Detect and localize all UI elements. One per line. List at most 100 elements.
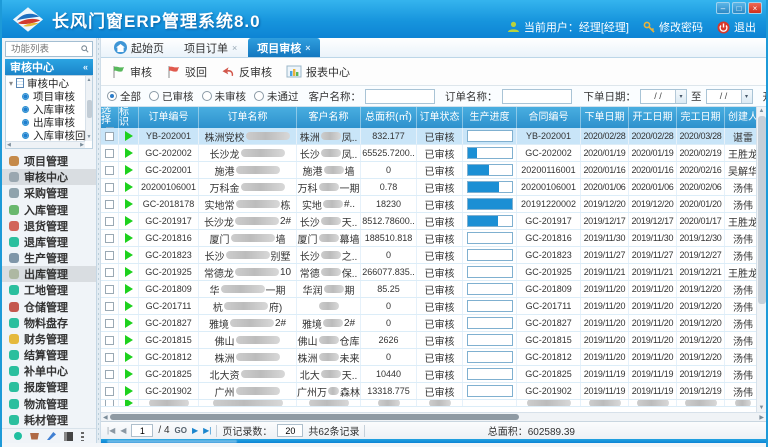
- order-date-to-input[interactable]: / /▾: [706, 89, 753, 104]
- column-header-总面积(㎡)[interactable]: 总面积(㎡): [361, 107, 417, 128]
- radio-未审核[interactable]: 未审核: [202, 89, 247, 104]
- column-header-开工日期[interactable]: 开工日期: [629, 107, 677, 128]
- table-row[interactable]: GC-201812株洲株洲未来0已审核GC-2018122019/11/2020…: [101, 349, 762, 366]
- radio-已审核[interactable]: 已审核: [149, 89, 194, 104]
- column-header-订单编号[interactable]: 订单编号: [139, 107, 199, 128]
- sidebar-item-仓储管理[interactable]: 仓储管理: [2, 299, 96, 315]
- scroll-thumb[interactable]: [758, 116, 766, 304]
- page-size-input[interactable]: [277, 424, 303, 437]
- scroll-thumb[interactable]: [110, 414, 520, 420]
- column-header-订单状态[interactable]: 订单状态: [417, 107, 463, 128]
- grid-vertical-scrollbar[interactable]: ▲ ▼: [756, 107, 766, 412]
- toolbar-button-审核[interactable]: 审核: [111, 64, 152, 80]
- table-row[interactable]: GC-201809华一期华润期85.25已审核GC-2018092019/11/…: [101, 281, 762, 298]
- row-checkbox[interactable]: [105, 370, 114, 379]
- table-row[interactable]: GC-202002长沙龙长沙凤..65525.7200..已审核GC-20200…: [101, 145, 762, 162]
- footer-pen-icon[interactable]: [47, 432, 56, 440]
- scroll-right-icon[interactable]: ▶: [759, 414, 764, 421]
- order-name-input[interactable]: [502, 89, 572, 104]
- column-header-选择[interactable]: 选择: [101, 107, 119, 128]
- sidebar-item-项目管理[interactable]: 项目管理: [2, 153, 96, 169]
- row-checkbox[interactable]: [105, 149, 114, 158]
- sidebar-item-耗材管理[interactable]: 耗材管理: [2, 412, 96, 428]
- footer-cart-icon[interactable]: [30, 433, 39, 440]
- logout-button[interactable]: 退出: [717, 19, 756, 35]
- row-checkbox[interactable]: [105, 400, 114, 406]
- tab-起始页[interactable]: 起始页: [105, 38, 173, 57]
- minimize-button[interactable]: –: [716, 2, 730, 14]
- collapse-icon[interactable]: «: [83, 62, 88, 72]
- sidebar-item-采购管理[interactable]: 采购管理: [2, 185, 96, 201]
- toolbar-button-驳回[interactable]: 驳回: [166, 64, 207, 80]
- first-page-button[interactable]: |◀: [107, 426, 115, 435]
- scroll-left-icon[interactable]: ◀: [7, 142, 11, 148]
- row-checkbox[interactable]: [105, 285, 114, 294]
- sidebar-item-入库管理[interactable]: 入库管理: [2, 202, 96, 218]
- sidebar-item-财务管理[interactable]: 财务管理: [2, 331, 96, 347]
- page-number-input[interactable]: [131, 424, 153, 437]
- customer-name-input[interactable]: [365, 89, 435, 104]
- tab-项目订单[interactable]: 项目订单×: [175, 38, 246, 57]
- table-row[interactable]: GC-201823长沙别墅长沙之..0已审核GC-2018232019/11/2…: [101, 247, 762, 264]
- row-checkbox[interactable]: [105, 251, 114, 260]
- row-checkbox[interactable]: [105, 200, 114, 209]
- last-page-button[interactable]: ▶|: [203, 426, 211, 435]
- row-checkbox[interactable]: [105, 132, 114, 141]
- go-button[interactable]: GO: [175, 426, 187, 435]
- sidebar-item-退库管理[interactable]: 退库管理: [2, 234, 96, 250]
- scroll-right-icon[interactable]: ▶: [80, 142, 84, 148]
- radio-icon[interactable]: [149, 91, 159, 101]
- row-checkbox[interactable]: [105, 353, 114, 362]
- tree-vertical-scrollbar[interactable]: ▲▼: [85, 76, 92, 141]
- column-header-合同编号[interactable]: 合同编号: [517, 107, 581, 128]
- radio-全部[interactable]: 全部: [107, 89, 141, 104]
- row-checkbox[interactable]: [105, 234, 114, 243]
- table-row[interactable]: GC-201827雅境2#雅境2#0已审核GC-2018272019/11/20…: [101, 315, 762, 332]
- sidebar-item-退货管理[interactable]: 退货管理: [2, 218, 96, 234]
- chevron-down-icon[interactable]: ▾: [675, 90, 686, 103]
- chevron-down-icon[interactable]: ▾: [741, 90, 752, 103]
- column-header-生产进度[interactable]: 生产进度: [463, 107, 517, 128]
- close-icon[interactable]: ×: [305, 43, 310, 53]
- tree-expand-icon[interactable]: ▾: [9, 79, 13, 88]
- row-checkbox[interactable]: [105, 319, 114, 328]
- table-row[interactable]: GC-201902广州广州万森林13318.775已审核GC-201902201…: [101, 383, 762, 400]
- sidebar-item-出库管理[interactable]: 出库管理: [2, 266, 96, 282]
- row-checkbox[interactable]: [105, 302, 114, 311]
- table-row[interactable]: [101, 400, 762, 407]
- column-header-完工日期[interactable]: 完工日期: [677, 107, 725, 128]
- sidebar-item-补单中心[interactable]: 补单中心: [2, 363, 96, 379]
- column-header-下单日期[interactable]: 下单日期: [581, 107, 629, 128]
- tree-root-audit-center[interactable]: ▾ 审核中心: [6, 76, 92, 90]
- close-button[interactable]: ×: [748, 2, 762, 14]
- sidebar-item-审核中心[interactable]: 审核中心: [2, 169, 96, 185]
- row-checkbox[interactable]: [105, 268, 114, 277]
- row-checkbox[interactable]: [105, 166, 114, 175]
- footer-dot-icon[interactable]: [14, 432, 22, 440]
- sidebar-panel-header[interactable]: 审核中心 «: [5, 59, 93, 75]
- scroll-down-icon[interactable]: ▼: [87, 134, 92, 140]
- table-row[interactable]: GC-201925常德龙10常德保..266077.835..已审核GC-201…: [101, 264, 762, 281]
- grid-horizontal-scrollbar[interactable]: ◀ ▶: [101, 412, 766, 421]
- table-row[interactable]: GC-201825北大资北大天..10440已审核GC-2018252019/1…: [101, 366, 762, 383]
- next-page-button[interactable]: ▶: [192, 426, 198, 435]
- toolbar-button-报表中心[interactable]: 报表中心: [286, 64, 350, 80]
- table-row[interactable]: GC-201816厦门墙厦门幕墙188510.818已审核GC-20181620…: [101, 230, 762, 247]
- scroll-thumb[interactable]: [87, 100, 92, 118]
- column-header-订单名称[interactable]: 订单名称: [199, 107, 297, 128]
- row-checkbox[interactable]: [105, 217, 114, 226]
- table-row[interactable]: GC-201815佛山佛山仓库2626已审核GC-2018152019/11/2…: [101, 332, 762, 349]
- sidebar-item-工地管理[interactable]: 工地管理: [2, 282, 96, 298]
- change-password-button[interactable]: 修改密码: [643, 19, 703, 35]
- table-row[interactable]: GC-201917长沙龙2#长沙天..8512.78600..已审核GC-201…: [101, 213, 762, 230]
- function-search-input[interactable]: [9, 43, 81, 56]
- sidebar-item-物流管理[interactable]: 物流管理: [2, 396, 96, 412]
- sidebar-item-结算管理[interactable]: 结算管理: [2, 347, 96, 363]
- toolbar-button-反审核[interactable]: 反审核: [221, 64, 272, 80]
- row-checkbox[interactable]: [105, 183, 114, 192]
- radio-icon[interactable]: [107, 91, 117, 101]
- table-row[interactable]: 20200106001万科金万科一期0.78已审核202001060012020…: [101, 179, 762, 196]
- prev-page-button[interactable]: ◀: [120, 426, 126, 435]
- maximize-button[interactable]: □: [732, 2, 746, 14]
- radio-icon[interactable]: [202, 91, 212, 101]
